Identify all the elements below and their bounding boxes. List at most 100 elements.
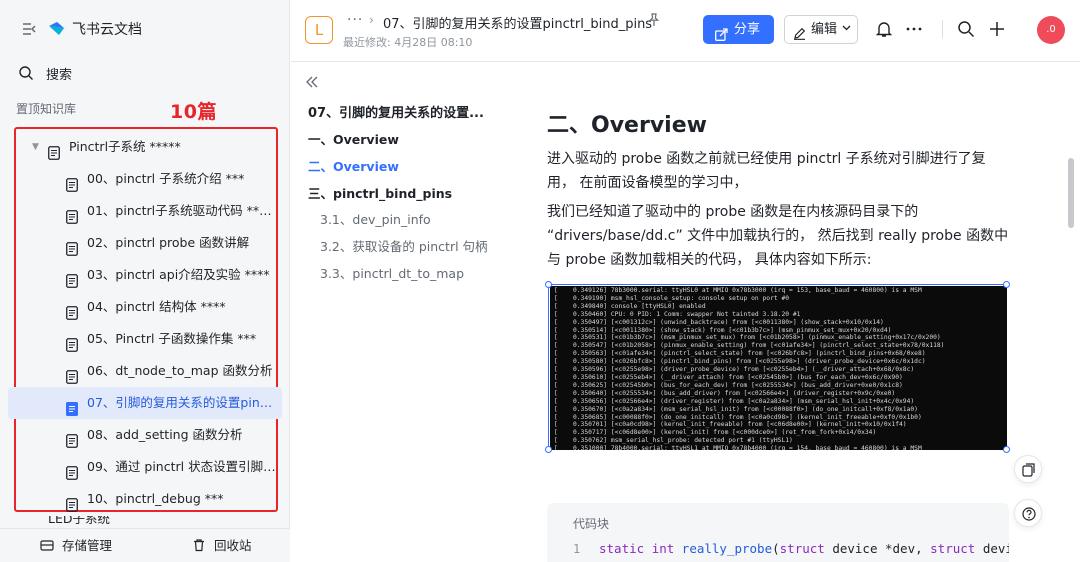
storage-icon — [40, 538, 54, 552]
tree-item-doc[interactable]: 01、pinctrl子系统驱动代码 ***** — [8, 195, 282, 227]
copy-float-button[interactable] — [1014, 455, 1042, 483]
terminal-line: [ 0.351000] 78b4000.serial: ttyHSL1 at M… — [554, 445, 922, 450]
resize-handle[interactable] — [1003, 446, 1010, 453]
paragraph-line: 用， 在前面设备模型的学习中， — [547, 175, 748, 191]
tree-item-label: 07、引脚的复用关系的设置pinctrl_bind_pins — [87, 395, 277, 410]
collapse-toc-icon[interactable] — [305, 75, 319, 93]
storage-label: 存储管理 — [62, 538, 113, 553]
toc-item[interactable]: 3.3、pinctrl_dt_to_map — [320, 263, 464, 282]
terminal-line: [ 0.350656] [<c02566e4>] (driver_registe… — [554, 397, 915, 405]
paragraph-line: “drivers/base/dd.c” 文件中加载执行的， 然后找到 reall… — [547, 228, 1009, 244]
search-icon[interactable] — [957, 20, 975, 38]
code-text: device *dev, — [824, 541, 931, 556]
edit-button[interactable]: 编辑 — [784, 15, 858, 44]
plus-icon[interactable] — [988, 20, 1006, 38]
storage-button[interactable]: 存储管理 — [40, 538, 112, 554]
terminal-line: [ 0.349190] msm_hsl_console_setup: conso… — [554, 294, 790, 302]
tree-item-pinctrl-subsystem[interactable]: ▼ Pinctrl子系统 ***** — [8, 131, 282, 163]
tree-item-doc[interactable]: 02、pinctrl probe 函数讲解 — [8, 227, 282, 259]
code-block[interactable]: 代码块 1 static int really_probe(struct dev… — [547, 503, 1009, 562]
wiki-tree: ▼ Pinctrl子系统 ***** 00、pinctrl 子系统介绍 *** … — [8, 131, 282, 515]
document-icon — [66, 172, 78, 192]
app-name[interactable]: 飞书云文档 — [72, 19, 142, 39]
terminal-line: [ 0.349126] 78b3000.serial: ttyHSL0 at M… — [554, 287, 922, 294]
toc-item[interactable]: 3.2、获取设备的 pinctrl 句柄 — [320, 236, 488, 255]
resize-handle[interactable] — [545, 281, 552, 288]
last-modified: 最近修改: 4月28日 08:10 — [343, 36, 473, 49]
tree-item-label: 01、pinctrl子系统驱动代码 ***** — [87, 203, 277, 218]
toc-item-active[interactable]: 二、Overview — [308, 156, 399, 175]
terminal-line: [ 0.349840] console [ttyHSL0] enabled — [554, 302, 706, 310]
recycle-bin-button[interactable]: 回收站 — [192, 538, 252, 554]
tree-item-label: 08、add_setting 函数分析 — [87, 427, 243, 442]
edit-pencil-icon — [793, 23, 806, 40]
paragraph-line: 我们已经知道了驱动中的 probe 函数是在内核源码目录下的 — [547, 204, 919, 220]
tree-item-label: 02、pinctrl probe 函数讲解 — [87, 235, 250, 250]
annotation-count: 10篇 — [170, 101, 217, 123]
terminal-line: [ 0.350685] [<c00088f0>] (do_one_initcal… — [554, 413, 922, 421]
tree-item-doc[interactable]: 05、Pinctrl 子函数操作集 *** — [8, 323, 282, 355]
help-float-button[interactable] — [1014, 499, 1042, 527]
terminal-line: [ 0.350514] [<c0011380>] (show_stack) fr… — [554, 326, 892, 334]
document-icon — [66, 364, 78, 384]
document-icon — [66, 204, 78, 224]
paragraph[interactable]: 进入驱动的 probe 函数之前就已经使用 pinctrl 子系统对引脚进行了复… — [547, 147, 1017, 195]
breadcrumb-separator: › — [369, 13, 374, 27]
tree-item-doc[interactable]: 10、pinctrl_debug *** — [8, 483, 282, 515]
tree-item-doc[interactable]: 08、add_setting 函数分析 — [8, 419, 282, 451]
collapse-sidebar-icon[interactable] — [20, 20, 38, 38]
user-avatar[interactable]: .0 — [1037, 16, 1065, 44]
tree-item-label: Pinctrl子系统 ***** — [69, 139, 181, 154]
terminal-line: [ 0.350580] [<c026bfc8>] (pinctrl_bind_p… — [554, 358, 926, 366]
tree-item-doc[interactable]: 04、pinctrl 结构体 **** — [8, 291, 282, 323]
bell-icon[interactable] — [875, 20, 893, 38]
document-icon — [66, 268, 78, 288]
tree-item-doc[interactable]: 00、pinctrl 子系统介绍 *** — [8, 163, 282, 195]
sidebar: 飞书云文档 搜索 置顶知识库 10篇 ▼ Pinctrl子系统 ***** 00… — [0, 0, 290, 562]
resize-handle[interactable] — [1003, 281, 1010, 288]
document-icon — [66, 492, 78, 512]
code-line: static int really_probe(struct device *d… — [599, 541, 1009, 556]
paragraph[interactable]: 我们已经知道了驱动中的 probe 函数是在内核源码目录下的 “drivers/… — [547, 200, 1017, 272]
caret-down-icon[interactable]: ▼ — [32, 131, 39, 163]
pin-icon[interactable] — [647, 13, 661, 27]
doc-avatar[interactable]: L — [305, 16, 333, 44]
more-icon[interactable] — [905, 20, 923, 38]
terminal-line: [ 0.350547] [<c01b2058>] (pinmux_enable_… — [554, 342, 945, 350]
code-keyword: static — [599, 541, 645, 556]
section-heading[interactable]: 二、Overview — [547, 107, 707, 139]
document-icon — [66, 460, 78, 480]
edit-label: 编辑 — [811, 22, 838, 37]
document-icon — [66, 236, 78, 256]
tree-item-doc-active[interactable]: 07、引脚的复用关系的设置pinctrl_bind_pins — [8, 387, 282, 419]
paragraph-line: 进入驱动的 probe 函数之前就已经使用 pinctrl 子系统对引脚进行了复 — [547, 151, 986, 167]
terminal-line: [ 0.350762] msm_serial_hsl_probe: detect… — [554, 437, 793, 445]
share-button[interactable]: 分享 — [703, 15, 774, 44]
pinned-wiki-section-title: 置顶知识库 — [16, 102, 77, 116]
search-bar[interactable]: 搜索 — [8, 58, 282, 88]
toc-item[interactable]: 一、Overview — [308, 129, 399, 148]
tree-item-doc[interactable]: 09、通过 pinctrl 状态设置引脚复用 — [8, 451, 282, 483]
tree-item-label: 05、Pinctrl 子函数操作集 *** — [87, 331, 257, 346]
code-keyword: struct — [779, 541, 825, 556]
tree-item-doc[interactable]: 06、dt_node_to_map 函数分析 — [8, 355, 282, 387]
share-icon — [715, 23, 728, 41]
help-icon — [1022, 507, 1036, 521]
tree-item-label: 00、pinctrl 子系统介绍 *** — [87, 171, 245, 186]
table-of-contents: 07、引脚的复用关系的设置... 一、Overview 二、Overview 三… — [291, 63, 511, 562]
chevron-down-icon — [842, 16, 851, 43]
resize-handle[interactable] — [545, 446, 552, 453]
copy-icon — [1022, 463, 1035, 477]
document-title[interactable]: 07、引脚的复用关系的设置pinctrl_bind_pins — [383, 13, 652, 32]
code-line-number: 1 — [573, 542, 581, 556]
toc-item[interactable]: 三、pinctrl_bind_pins — [308, 183, 452, 202]
vertical-scrollbar[interactable] — [1068, 158, 1074, 228]
tree-item-doc[interactable]: 03、pinctrl api介绍及实验 **** — [8, 259, 282, 291]
document-header: L ··· › 07、引脚的复用关系的设置pinctrl_bind_pins 最… — [291, 0, 1080, 62]
terminal-line: [ 0.350531] [<c01b3b7c>] (msm_pinmux_set… — [554, 334, 941, 342]
toc-item[interactable]: 3.1、dev_pin_info — [320, 209, 431, 228]
terminal-screenshot[interactable]: [ 0.349126] 78b3000.serial: ttyHSL0 at M… — [545, 281, 1010, 453]
toc-title[interactable]: 07、引脚的复用关系的设置... — [308, 102, 484, 121]
breadcrumb-more[interactable]: ··· — [347, 12, 363, 28]
code-block-title: 代码块 — [573, 517, 610, 531]
